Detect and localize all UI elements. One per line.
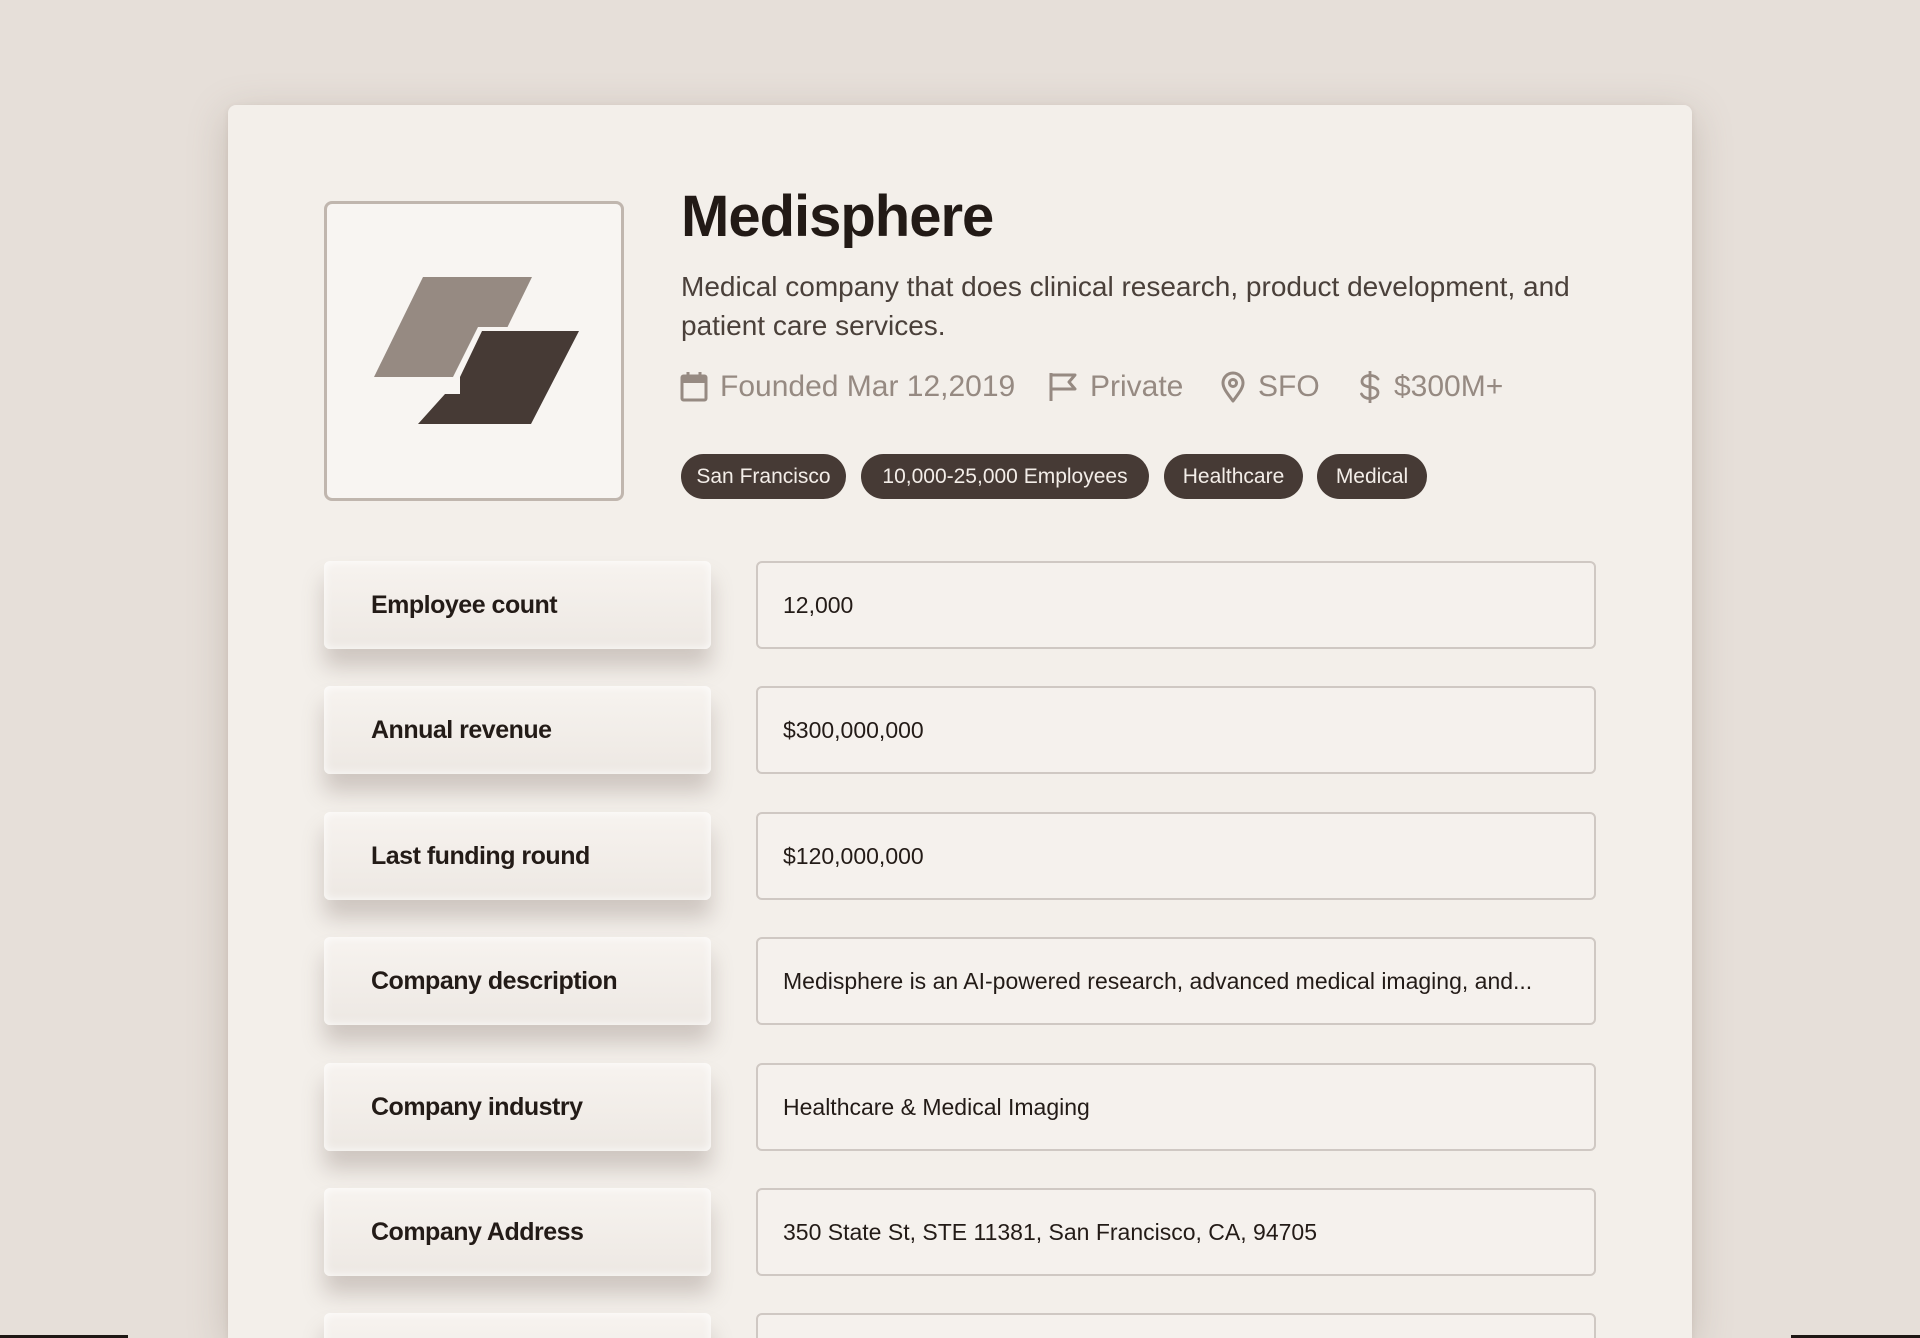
calendar-icon (680, 372, 708, 402)
field-label-last-funding-round: Last funding round (324, 812, 711, 900)
funding-amount: $300M+ (1394, 370, 1504, 403)
dollar-icon (1360, 371, 1380, 403)
tag-location: San Francisco (681, 454, 846, 499)
field-label-employee-count: Employee count (324, 561, 711, 649)
meta-founded: Founded Mar 12,2019 (680, 367, 1015, 407)
tag-industry: Healthcare (1164, 454, 1303, 499)
annual-revenue-field[interactable]: $300,000,000 (756, 686, 1596, 774)
employee-count-field[interactable]: 12,000 (756, 561, 1596, 649)
field-label-company-address: Company Address (324, 1188, 711, 1276)
company-name: Medisphere (681, 184, 994, 249)
meta-location: SFO (1220, 367, 1320, 407)
company-logo (324, 201, 624, 501)
founded-date: Founded Mar 12,2019 (720, 370, 1016, 403)
tag-sector: Medical (1317, 454, 1427, 499)
company-summary: Medical company that does clinical resea… (681, 271, 1570, 341)
company-address-field[interactable]: 350 State St, STE 11381, San Francisco, … (756, 1188, 1596, 1276)
last-funding-round-field[interactable]: $120,000,000 (756, 812, 1596, 900)
medisphere-logo-icon (374, 277, 583, 427)
flag-icon (1049, 373, 1077, 401)
field-label-annual-revenue: Annual revenue (324, 686, 711, 774)
tag-employees: 10,000-25,000 Employees (861, 454, 1149, 499)
company-type: Private (1090, 370, 1184, 403)
location-pin-icon (1221, 371, 1245, 403)
location: SFO (1258, 370, 1320, 403)
company-industry-field[interactable]: Healthcare & Medical Imaging (756, 1063, 1596, 1151)
field-label-next (324, 1313, 711, 1338)
field-label-company-industry: Company industry (324, 1063, 711, 1151)
company-description-field[interactable]: Medisphere is an AI-powered research, ad… (756, 937, 1596, 1025)
meta-company-type: Private (1048, 367, 1183, 407)
meta-funding: $300M+ (1358, 367, 1503, 407)
next-field[interactable] (756, 1313, 1596, 1338)
field-label-company-description: Company description (324, 937, 711, 1025)
company-profile-card: Medisphere Medical company that does cli… (228, 105, 1692, 1338)
